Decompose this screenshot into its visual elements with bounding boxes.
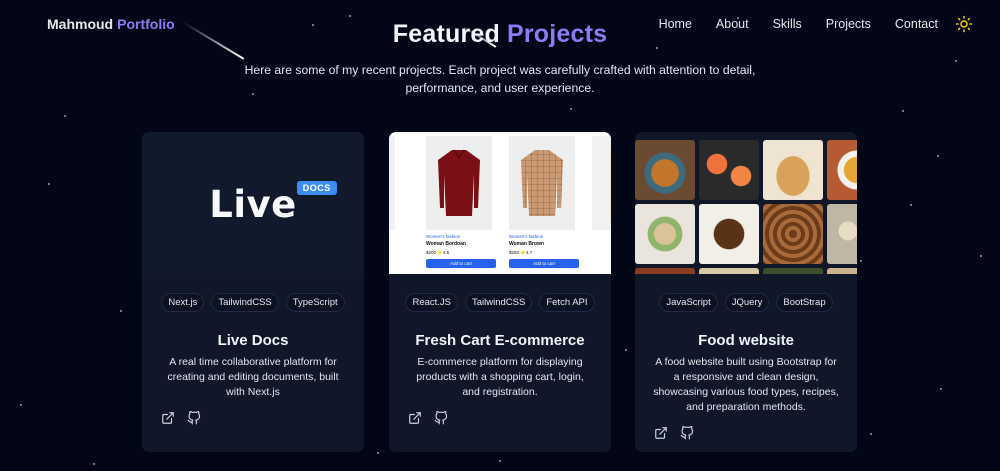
- star: [64, 115, 66, 117]
- section-title: Featured Projects: [0, 20, 1000, 49]
- food-photo: [827, 140, 857, 200]
- star: [870, 433, 872, 435]
- product-category: Women's fashion: [509, 234, 544, 239]
- food-photo: [635, 140, 695, 200]
- product-preview: Women's fashion Woman Brown $250 ⭐4.7 Ad…: [503, 136, 581, 272]
- product-photo: [426, 136, 492, 230]
- external-link-icon[interactable]: [408, 411, 422, 425]
- star: [48, 183, 50, 185]
- featured-projects-header: Featured Projects Here are some of my rec…: [0, 20, 1000, 97]
- product-price: $250 ⭐4.7: [509, 250, 533, 255]
- tech-tag: TailwindCSS: [211, 293, 279, 312]
- tech-tag: React.JS: [405, 293, 459, 312]
- project-card-fresh-cart: Women's fashion Woman Bordoan $200 ⭐4.5 …: [389, 132, 611, 452]
- food-photo: [699, 268, 759, 274]
- star: [120, 310, 122, 312]
- star: [910, 204, 912, 206]
- project-links: [635, 425, 857, 440]
- star: [860, 260, 862, 262]
- section-subtitle: Here are some of my recent projects. Eac…: [244, 63, 756, 95]
- star: [937, 155, 939, 157]
- food-photo: [827, 268, 857, 274]
- food-photo: [763, 140, 823, 200]
- github-icon[interactable]: [680, 425, 694, 440]
- external-link-icon[interactable]: [161, 411, 175, 425]
- star: [499, 460, 501, 462]
- star: [377, 452, 379, 454]
- food-photo-grid: [635, 140, 857, 274]
- product-price: $200 ⭐4.5: [426, 250, 450, 255]
- tech-tag: Next.js: [161, 293, 205, 312]
- github-icon[interactable]: [187, 410, 201, 425]
- add-to-cart-button: Add to cart: [509, 259, 579, 268]
- tech-tags: React.JS TailwindCSS Fetch API: [389, 293, 611, 312]
- tech-tag: BootStrap: [776, 293, 833, 312]
- project-links: [389, 410, 611, 425]
- tech-tag: JQuery: [724, 293, 770, 312]
- star: [980, 255, 982, 257]
- star: [902, 110, 904, 112]
- project-card-food-website: JavaScript JQuery BootStrap Food website…: [635, 132, 857, 452]
- star: [940, 388, 942, 390]
- project-description: A real time collaborative platform for c…: [167, 356, 339, 398]
- product-preview-partial: [389, 136, 401, 272]
- project-description: E-commerce platform for displaying produ…: [416, 356, 584, 398]
- tech-tag: TypeScript: [285, 293, 345, 312]
- food-photo: [699, 140, 759, 200]
- external-link-icon[interactable]: [654, 426, 668, 440]
- project-description: A food website built using Bootstrap for…: [653, 356, 839, 413]
- live-docs-logo: Live DOCS: [209, 180, 337, 226]
- star: [20, 404, 22, 406]
- project-image: [635, 132, 857, 274]
- food-photo: [699, 204, 759, 264]
- projects-grid: Live DOCS Next.js TailwindCSS TypeScript…: [142, 132, 858, 452]
- product-preview: Women's fashion Woman Bordoan $200 ⭐4.5 …: [420, 136, 498, 272]
- project-image: Women's fashion Woman Bordoan $200 ⭐4.5 …: [389, 132, 611, 274]
- product-name: Woman Brown: [509, 241, 544, 247]
- tech-tag: JavaScript: [659, 293, 718, 312]
- project-title: Food website: [698, 332, 794, 349]
- food-photo: [763, 268, 823, 274]
- food-photo: [635, 204, 695, 264]
- add-to-cart-button: Add to cart: [426, 259, 496, 268]
- logo-text: Live: [209, 182, 297, 226]
- product-name: Woman Bordoan: [426, 241, 466, 247]
- star: [570, 108, 572, 110]
- food-photo: [635, 268, 695, 274]
- section-title-accent: Projects: [506, 20, 608, 48]
- tech-tag: TailwindCSS: [465, 293, 533, 312]
- product-category: Women's fashion: [426, 234, 461, 239]
- tech-tag: Fetch API: [539, 293, 595, 312]
- github-icon[interactable]: [434, 410, 448, 425]
- logo-badge: DOCS: [296, 180, 337, 195]
- tech-tags: JavaScript JQuery BootStrap: [635, 293, 857, 312]
- project-title: Live Docs: [217, 332, 289, 349]
- project-image: Live DOCS: [142, 132, 364, 274]
- product-photo: [509, 136, 575, 230]
- product-preview-partial: [586, 136, 611, 272]
- project-links: [142, 410, 364, 425]
- project-title: Fresh Cart E-commerce: [415, 332, 585, 349]
- section-title-first: Featured: [392, 20, 500, 48]
- food-photo: [827, 204, 857, 264]
- project-card-live-docs: Live DOCS Next.js TailwindCSS TypeScript…: [142, 132, 364, 452]
- star: [93, 463, 95, 465]
- tech-tags: Next.js TailwindCSS TypeScript: [142, 293, 364, 312]
- food-photo: [763, 204, 823, 264]
